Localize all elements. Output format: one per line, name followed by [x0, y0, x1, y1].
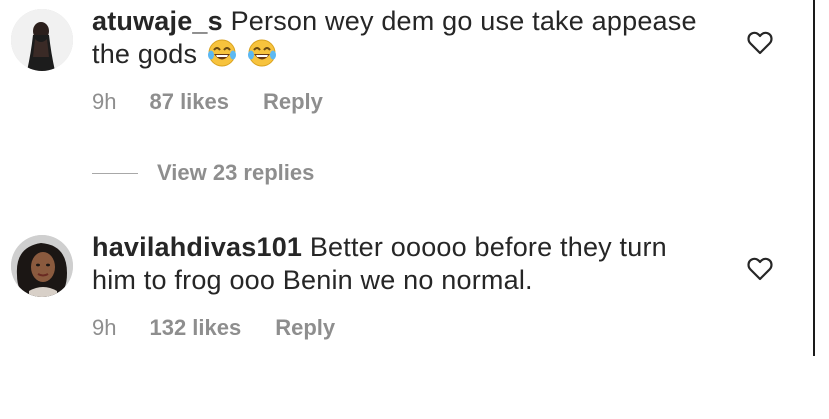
comment-meta: 9h 87 likes Reply — [92, 89, 323, 115]
likes-count[interactable]: 87 likes — [149, 89, 229, 115]
likes-count[interactable]: 132 likes — [149, 315, 241, 341]
window-edge — [813, 0, 815, 356]
comment-body: havilahdivas101 Better ooooo before they… — [92, 231, 712, 297]
reply-button[interactable]: Reply — [275, 315, 335, 341]
heart-outline-icon[interactable] — [747, 31, 773, 55]
comment-time: 9h — [92, 315, 117, 340]
comment-meta: 9h 132 likes Reply — [92, 315, 335, 341]
view-replies-button[interactable]: View 23 replies — [92, 160, 314, 186]
heart-outline-icon[interactable] — [747, 257, 773, 281]
comment-time: 9h — [92, 89, 117, 114]
replies-divider — [92, 172, 138, 174]
face-with-tears-of-joy-icon — [247, 38, 277, 76]
comment-body: atuwaje_s Person wey dem go use take app… — [92, 5, 712, 76]
avatar[interactable] — [11, 235, 73, 297]
reply-button[interactable]: Reply — [263, 89, 323, 115]
face-with-tears-of-joy-icon — [207, 38, 237, 76]
comment-username[interactable]: atuwaje_s — [92, 6, 223, 36]
comment-username[interactable]: havilahdivas101 — [92, 232, 302, 262]
view-replies-label: View 23 replies — [157, 160, 315, 185]
avatar[interactable] — [11, 9, 73, 71]
